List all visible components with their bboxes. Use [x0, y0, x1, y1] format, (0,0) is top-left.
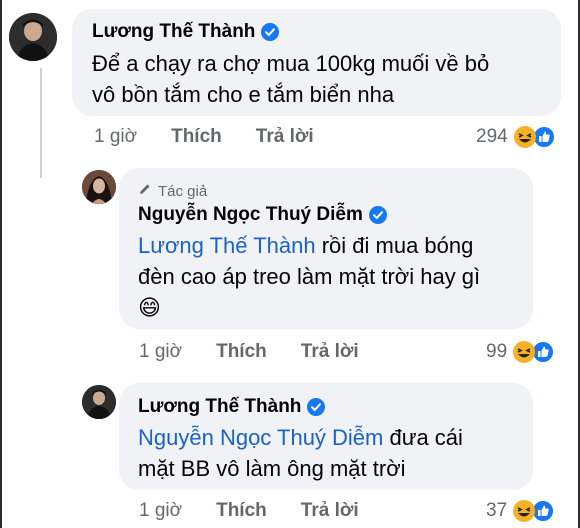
comment-bubble: Lương Thế Thành Để a chạy ra chợ mua 100…	[72, 9, 561, 116]
haha-icon	[513, 500, 536, 522]
like-button[interactable]: Thích	[216, 500, 267, 522]
comment-bubble: Tác giả Nguyễn Ngọc Thuý Diễm Lương Thế …	[119, 168, 533, 329]
reply-button[interactable]: Trả lời	[301, 341, 359, 363]
reaction-summary[interactable]: 37	[486, 499, 556, 523]
grinning-emoji: 😄	[138, 295, 161, 320]
haha-icon	[513, 126, 536, 148]
comment-text-part: rồi đi mua bóng	[315, 233, 474, 258]
like-button[interactable]: Thích	[171, 126, 222, 148]
haha-icon	[513, 341, 536, 363]
pencil-icon	[138, 182, 152, 200]
comment-text: Nguyễn Ngọc Thuý Diễm đưa cái mặt BB vô …	[138, 422, 463, 484]
reaction-count: 37	[486, 500, 508, 521]
author-badge-label: Tác giả	[158, 182, 208, 200]
comment-time[interactable]: 1 giờ	[94, 126, 137, 148]
avatar[interactable]	[9, 13, 57, 61]
avatar[interactable]	[82, 385, 116, 419]
verified-icon	[307, 398, 326, 416]
like-button[interactable]: Thích	[216, 341, 267, 363]
comment-line: đèn cao áp treo làm mặt trời hay gì	[138, 264, 481, 289]
comment-line: vô bồn tắm cho e tắm biển nha	[92, 82, 395, 107]
comment-text: Để a chạy ra chợ mua 100kg muối về bỏ vô…	[92, 48, 489, 110]
author-badge: Tác giả	[138, 182, 207, 200]
author-name[interactable]: Lương Thế Thành	[92, 21, 255, 43]
comment-text: Lương Thế Thành rồi đi mua bóng đèn cao …	[138, 230, 480, 324]
comment-text-part: đưa cái	[383, 425, 463, 450]
left-edge	[0, 0, 2, 528]
comment-line: mặt BB vô làm ông mặt trời	[138, 456, 406, 481]
comment-author[interactable]: Lương Thế Thành	[92, 21, 280, 43]
verified-icon	[368, 206, 387, 224]
comment-time[interactable]: 1 giờ	[139, 500, 182, 522]
comment-line: Nguyễn Ngọc Thuý Diễm đưa cái	[138, 422, 463, 453]
comment-bubble: Lương Thế Thành Nguyễn Ngọc Thuý Diễm đư…	[119, 383, 533, 490]
reaction-count: 294	[476, 126, 508, 147]
avatar[interactable]	[82, 170, 116, 204]
comment-author[interactable]: Lương Thế Thành	[138, 396, 326, 418]
reaction-count: 99	[486, 341, 508, 362]
reaction-summary[interactable]: 294	[476, 125, 556, 149]
reply-button[interactable]: Trả lời	[256, 126, 314, 148]
comment-actions: 1 giờ Thích Trả lời	[94, 126, 348, 148]
comment-line: Lương Thế Thành rồi đi mua bóng	[138, 230, 480, 261]
comment-time[interactable]: 1 giờ	[139, 341, 182, 363]
verified-icon	[261, 23, 280, 41]
comment-line: Để a chạy ra chợ mua 100kg muối về bỏ	[92, 51, 490, 76]
comment-author[interactable]: Nguyễn Ngọc Thuý Diễm	[138, 204, 387, 226]
comment-actions: 1 giờ Thích Trả lời	[139, 500, 393, 522]
author-name[interactable]: Nguyễn Ngọc Thuý Diễm	[138, 204, 363, 226]
reaction-summary[interactable]: 99	[486, 340, 556, 364]
mention-link[interactable]: Lương Thế Thành	[138, 233, 316, 258]
author-name[interactable]: Lương Thế Thành	[138, 396, 301, 418]
reply-button[interactable]: Trả lời	[301, 500, 359, 522]
thread-line	[40, 68, 42, 178]
comment-actions: 1 giờ Thích Trả lời	[139, 341, 393, 363]
mention-link[interactable]: Nguyễn Ngọc Thuý Diễm	[138, 425, 383, 450]
